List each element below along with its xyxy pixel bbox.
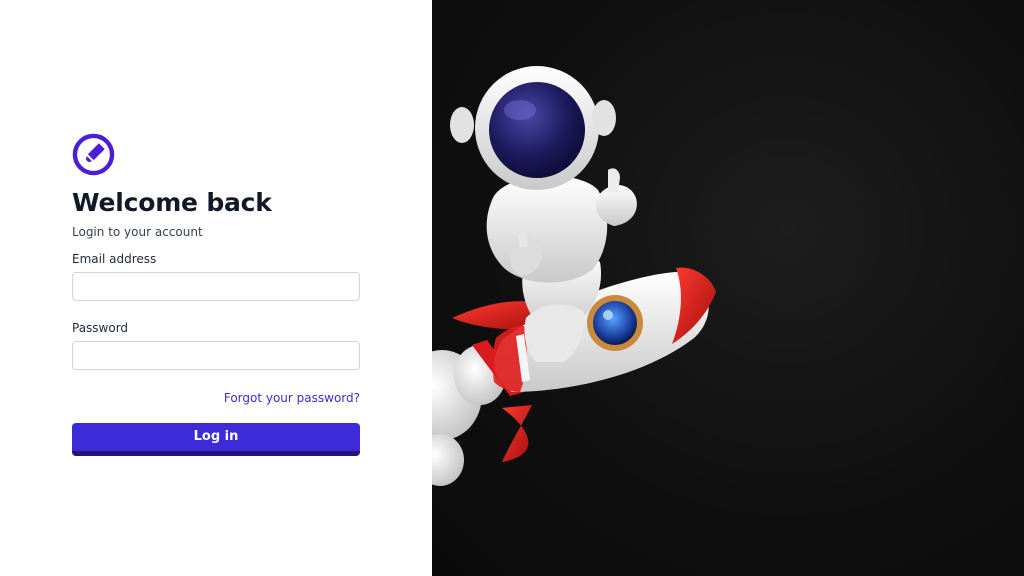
password-field[interactable] bbox=[72, 341, 360, 370]
login-panel: Welcome back Login to your account Email… bbox=[0, 0, 432, 576]
login-form: Welcome back Login to your account Email… bbox=[72, 133, 360, 456]
forgot-row: Forgot your password? bbox=[72, 389, 360, 406]
email-label: Email address bbox=[72, 252, 157, 266]
forgot-password-link[interactable]: Forgot your password? bbox=[224, 391, 360, 405]
astronaut-rocket-illustration bbox=[432, 66, 716, 486]
password-label: Password bbox=[72, 321, 129, 335]
login-button[interactable]: Log in bbox=[72, 423, 360, 456]
pencil-circle-icon bbox=[72, 133, 115, 176]
page-title: Welcome back bbox=[72, 188, 272, 217]
email-field[interactable] bbox=[72, 272, 360, 301]
page-subtitle: Login to your account bbox=[72, 225, 203, 239]
hero-panel bbox=[432, 0, 1024, 576]
